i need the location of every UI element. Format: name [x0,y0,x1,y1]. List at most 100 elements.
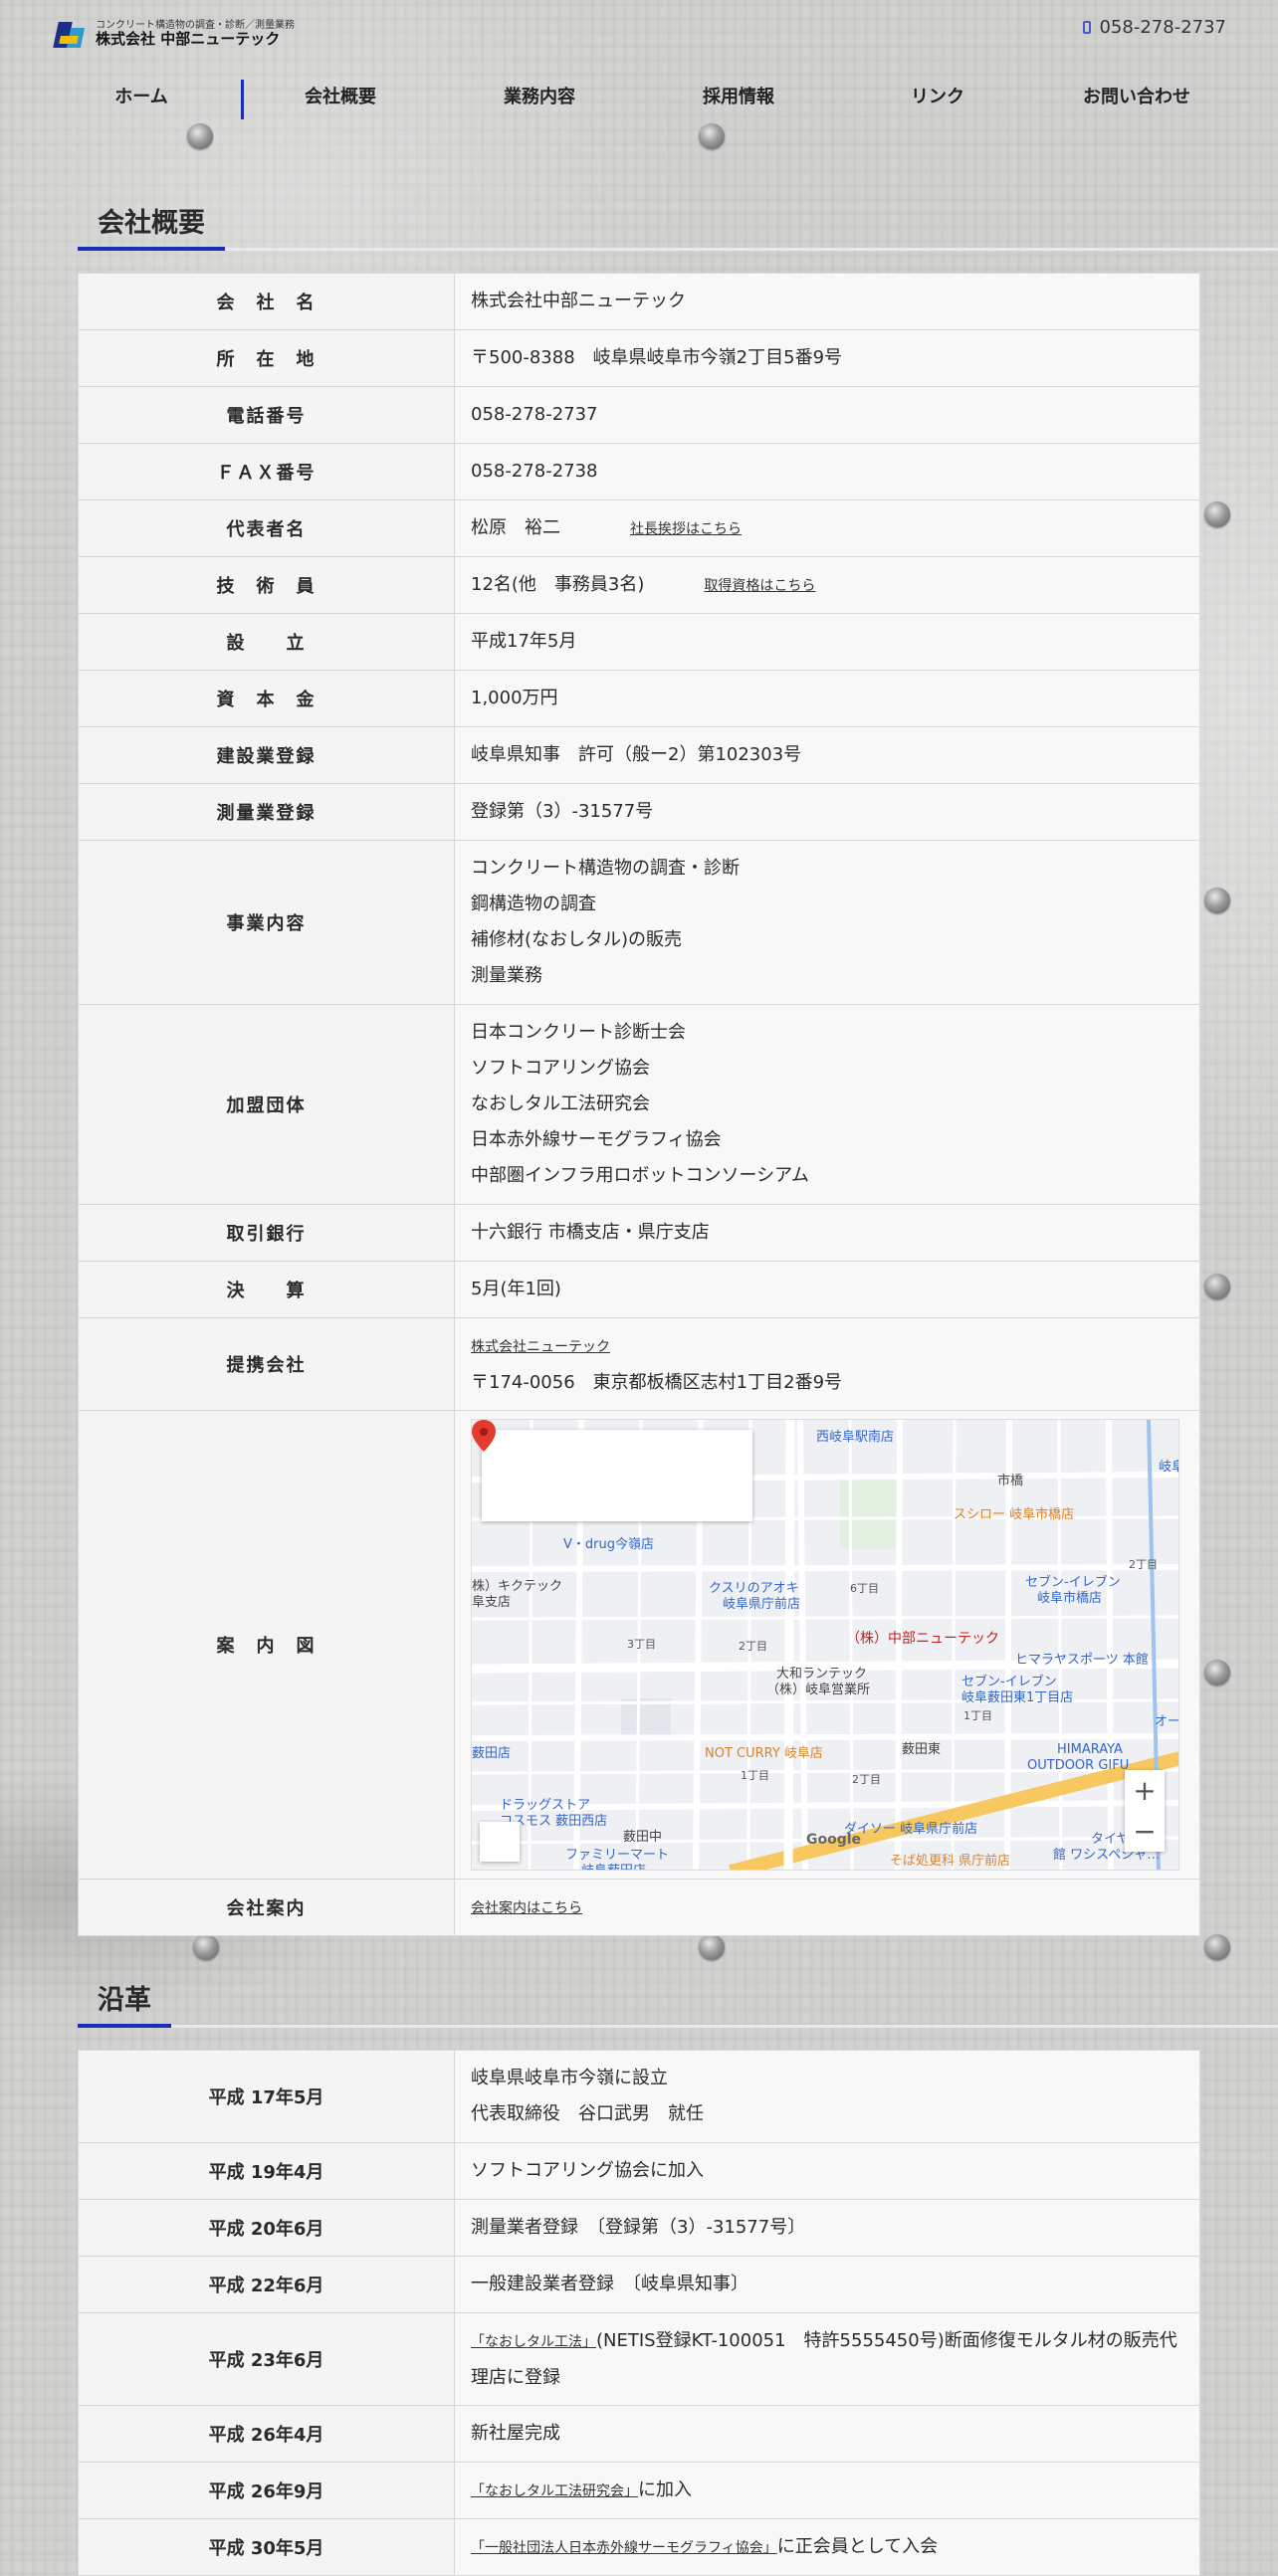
table-row: 代表者名 松原 裕二 社長挨拶はこちら [78,499,1200,557]
list-item: 補修材(なおしタル)の販売 [471,929,683,950]
construction-reg-value: 岐阜県知事 許可（般ー2）第102303号 [454,726,1200,784]
row-label: 電話番号 [78,386,455,444]
history-date: 平成 26年4月 [78,2405,455,2463]
logo-mark-icon [53,18,88,50]
history-date: 平成 30年5月 [78,2518,455,2576]
title-underline [225,248,1278,251]
history-event: 岐阜県岐阜市今嶺に設立 代表取締役 谷口武男 就任 [454,2050,1200,2143]
fiscal-value: 5月(年1回) [454,1261,1200,1318]
naoshitaru-association-link[interactable]: 「なおしタル工法研究会」 [471,2483,638,2499]
fax-value: 058-278-2738 [454,443,1200,500]
map-label: そば処更科 県庁前店 [890,1854,1011,1869]
zoom-out-button[interactable]: − [1125,1811,1165,1852]
rivet-decoration [699,1934,725,1960]
established-value: 平成17年5月 [454,613,1200,671]
list-item: ソフトコアリング協会 [471,1058,650,1079]
map-label: ダイソー 岐阜県庁前店 [844,1822,978,1837]
map-label: 薮田店 [472,1746,512,1761]
google-logo: Google [806,1832,862,1848]
row-label: 会 社 名 [78,273,455,330]
nav-contact[interactable]: お問い合わせ [1037,76,1236,119]
list-item: 測量業務 [471,965,542,986]
table-row: 設 立 平成17年5月 [78,613,1200,671]
table-row: 平成 20年6月 測量業者登録 〔登録第（3）-31577号〕 [78,2199,1200,2257]
map-info-card [482,1430,752,1521]
list-item: なおしタル工法研究会 [471,1093,650,1114]
map-label: OUTDOOR GIFU [1027,1758,1130,1773]
map-label: 薮田東 [902,1742,942,1757]
company-name-value: 株式会社中部ニューテック [454,273,1200,330]
associations-list: 日本コンクリート診断士会 ソフトコアリング協会 なおしタル工法研究会 日本赤外線… [454,1004,1200,1205]
survey-reg-value: 登録第（3）-31577号 [454,783,1200,841]
history-date: 平成 19年4月 [78,2142,455,2200]
header-phone-number: 058-278-2737 [1099,17,1226,38]
row-label: 提携会社 [78,1317,455,1411]
table-row: 測量業登録 登録第（3）-31577号 [78,783,1200,841]
company-overview-table: 会 社 名 株式会社中部ニューテック 所 在 地 〒500-8388 岐阜県岐阜… [78,273,1200,1936]
zoom-in-button[interactable]: + [1125,1770,1165,1811]
partner-company-link[interactable]: 株式会社ニューテック [471,1339,610,1355]
google-map[interactable]: 西岐阜駅南店 岐阜 市橋 スシロー 岐阜市橋店 V・drug今嶺店 株）キクテッ… [471,1419,1179,1871]
map-label: 2丁目 [1129,1558,1158,1571]
map-label: 阜支店 [472,1595,512,1610]
header-phone[interactable]: 058-278-2737 [1083,17,1226,38]
row-label: 加盟団体 [78,1004,455,1205]
rivet-decoration [1204,501,1230,527]
history-event: 「なおしタル工法研究会」に加入 [454,2462,1200,2519]
site-logo[interactable]: コンクリート構造物の調査・診断／測量業務 株式会社 中部ニューテック [53,18,295,50]
table-row: 決 算 5月(年1回) [78,1261,1200,1318]
rivet-decoration [1204,1934,1230,1960]
row-label: 設 立 [78,613,455,671]
company-brochure-link[interactable]: 会社案内はこちら [471,1900,582,1916]
partner-address: 〒174-0056 東京都板橋区志村1丁目2番9号 [471,1371,843,1393]
history-date: 平成 17年5月 [78,2050,455,2143]
table-row: 案 内 図 西岐阜駅南店 岐 市橋 スシロー 岐阜市橋店 V・drug今嶺店 株… [78,1410,1200,1880]
nav-recruit[interactable]: 採用情報 [639,76,838,119]
table-row: 提携会社 株式会社ニューテック 〒174-0056 東京都板橋区志村1丁目2番9… [78,1317,1200,1411]
row-label: 事業内容 [78,840,455,1005]
history-event: 「一般社団法人日本赤外線サーモグラフィ協会」に正会員として入会 [454,2518,1200,2576]
map-label: 1丁目 [963,1709,992,1722]
thermography-association-link[interactable]: 「一般社団法人日本赤外線サーモグラフィ協会」 [471,2540,777,2556]
engineers-value: 12名(他 事務員3名) [471,573,645,595]
map-label: 市橋 [997,1474,1024,1488]
table-row: 建設業登録 岐阜県知事 許可（般ー2）第102303号 [78,726,1200,784]
president-message-link[interactable]: 社長挨拶はこちら [630,521,742,537]
history-event: ソフトコアリング協会に加入 [454,2142,1200,2200]
table-row: 平成 22年6月 一般建設業者登録 〔岐阜県知事〕 [78,2256,1200,2313]
title-underline-accent [78,247,225,251]
table-row: 所 在 地 〒500-8388 岐阜県岐阜市今嶺2丁目5番9号 [78,329,1200,387]
row-label: 代表者名 [78,499,455,557]
row-label: 案 内 図 [78,1410,455,1880]
rivet-decoration [1204,888,1230,913]
row-label: ＦＡＸ番号 [78,443,455,500]
map-label: V・drug今嶺店 [563,1537,654,1552]
nav-home[interactable]: ホーム [42,76,241,119]
nav-services[interactable]: 業務内容 [440,76,639,119]
capital-value: 1,000万円 [454,670,1200,727]
map-street-view-button[interactable] [480,1822,520,1862]
rivet-decoration [699,123,725,149]
history-date: 平成 22年6月 [78,2256,455,2313]
nav-company[interactable]: 会社概要 [241,76,440,119]
table-row: 取引銀行 十六銀行 市橋支店・県庁支店 [78,1204,1200,1262]
list-item: コンクリート構造物の調査・診断 [471,858,740,879]
naoshitaru-method-link[interactable]: 「なおしタル工法」 [471,2334,596,2350]
location-pin-icon[interactable] [472,1420,496,1452]
nav-links[interactable]: リンク [838,76,1037,119]
qualifications-link[interactable]: 取得資格はこちら [704,578,815,594]
nav-active-indicator [241,80,244,119]
row-label: 決 算 [78,1261,455,1318]
map-cell: 西岐阜駅南店 岐阜 市橋 スシロー 岐阜市橋店 V・drug今嶺店 株）キクテッ… [454,1410,1200,1880]
main-nav: ホーム 会社概要 業務内容 採用情報 リンク お問い合わせ [42,76,1236,119]
row-label: 所 在 地 [78,329,455,387]
table-row: 事業内容 コンクリート構造物の調査・診断 鋼構造物の調査 補修材(なおしタル)の… [78,840,1200,1005]
list-item: 中部圏インフラ用ロボットコンソーシアム [471,1165,809,1186]
logo-company-name: 株式会社 中部ニューテック [96,30,281,49]
table-row: 技 術 員 12名(他 事務員3名) 取得資格はこちら [78,556,1200,614]
table-row: 平成 17年5月 岐阜県岐阜市今嶺に設立 代表取締役 谷口武男 就任 [78,2050,1200,2143]
engineers-cell: 12名(他 事務員3名) 取得資格はこちら [454,556,1200,614]
map-label: 6丁目 [850,1582,879,1595]
history-table: 平成 17年5月 岐阜県岐阜市今嶺に設立 代表取締役 谷口武男 就任 平成 19… [78,2050,1200,2576]
map-label: 岐阜市橋店 [1037,1591,1103,1606]
